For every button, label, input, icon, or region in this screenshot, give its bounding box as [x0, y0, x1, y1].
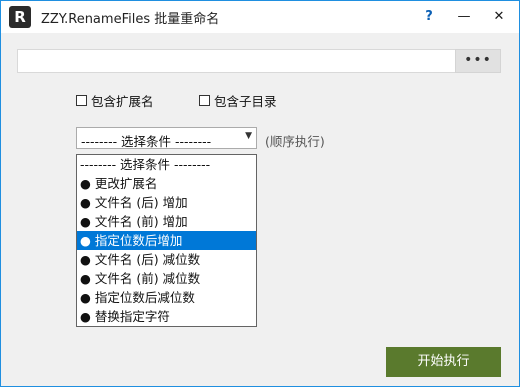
- dropdown-option[interactable]: -------- 选择条件 --------: [77, 155, 256, 174]
- help-button[interactable]: ?: [419, 7, 439, 27]
- close-button[interactable]: ✕: [489, 7, 509, 27]
- folder-path-input[interactable]: [17, 49, 455, 73]
- dropdown-option[interactable]: ● 文件名 (前) 增加: [77, 212, 256, 231]
- dropdown-arrow-icon[interactable]: ▼: [245, 131, 252, 141]
- checkbox-box-icon[interactable]: [199, 94, 210, 106]
- dropdown-option[interactable]: ● 文件名 (前) 减位数: [77, 269, 256, 288]
- window-title: ZZY.RenameFiles 批量重命名: [41, 12, 220, 27]
- app-logo-icon: R: [9, 6, 31, 28]
- title-bar: R ZZY.RenameFiles 批量重命名 ? — ✕: [1, 1, 519, 33]
- order-hint-label: (顺序执行): [265, 134, 325, 149]
- dropdown-option[interactable]: ● 更改扩展名: [77, 174, 256, 193]
- app-window: R ZZY.RenameFiles 批量重命名 ? — ✕ ••• 包含扩展名 …: [0, 0, 520, 387]
- include-extension-label: 包含扩展名: [91, 93, 154, 109]
- dropdown-option[interactable]: ● 指定位数后增加: [77, 231, 256, 250]
- include-extension-checkbox[interactable]: 包含扩展名: [76, 92, 154, 109]
- dropdown-option[interactable]: ● 指定位数后减位数: [77, 288, 256, 307]
- dropdown-option[interactable]: ● 文件名 (后) 增加: [77, 193, 256, 212]
- include-subdirs-label: 包含子目录: [214, 93, 277, 109]
- condition-select-value: -------- 选择条件 --------: [81, 134, 212, 149]
- minimize-button[interactable]: —: [454, 7, 474, 27]
- start-button[interactable]: 开始执行: [386, 347, 501, 377]
- condition-dropdown-list: -------- 选择条件 -------- ● 更改扩展名 ● 文件名 (后)…: [76, 154, 257, 327]
- dropdown-option[interactable]: ● 文件名 (后) 减位数: [77, 250, 256, 269]
- condition-select[interactable]: -------- 选择条件 -------- ▼: [76, 127, 257, 149]
- checkbox-box-icon[interactable]: [76, 94, 87, 106]
- include-subdirs-checkbox[interactable]: 包含子目录: [199, 92, 277, 109]
- browse-button[interactable]: •••: [455, 49, 501, 73]
- dropdown-option[interactable]: ● 替换指定字符: [77, 307, 256, 326]
